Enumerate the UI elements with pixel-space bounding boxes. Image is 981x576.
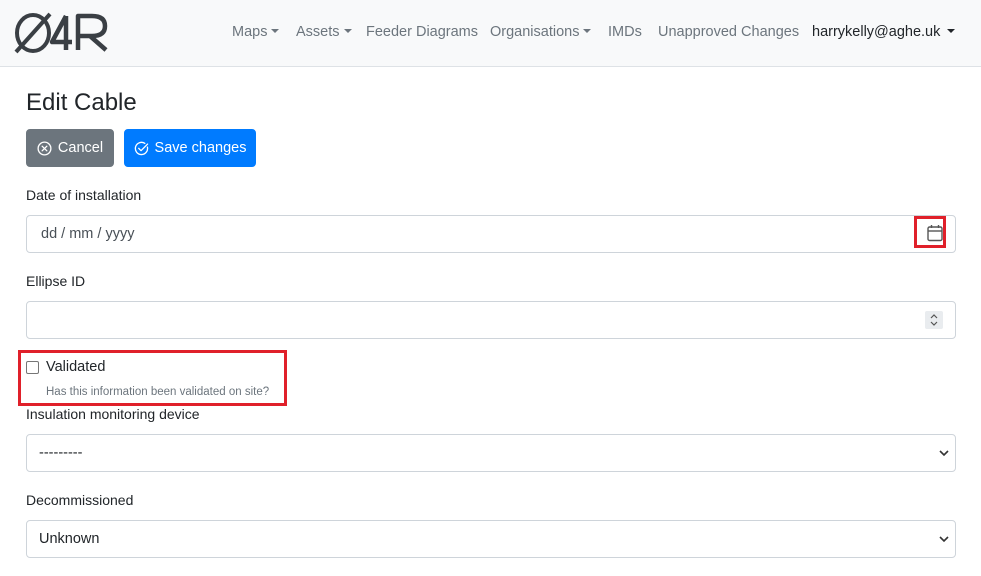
page-title: Edit Cable (26, 89, 137, 116)
nav-item-maps[interactable]: Maps (232, 24, 280, 40)
check-circle-icon (134, 141, 148, 155)
caret-down-icon (583, 29, 592, 33)
insulation-monitoring-device-label: Insulation monitoring device (26, 406, 200, 422)
calendar-highlight-box (914, 216, 946, 248)
validated-checkbox[interactable] (26, 360, 39, 374)
save-label: Save changes (154, 140, 247, 156)
caret-down-icon (947, 29, 956, 33)
circle-x-icon (37, 140, 52, 156)
date-placeholder: dd / mm / yyyy (41, 226, 135, 242)
date-of-installation-label: Date of installation (26, 187, 142, 203)
nav-item-label: Maps (232, 24, 268, 40)
cancel-label: Cancel (57, 140, 104, 156)
nav-item-unapproved-changes[interactable]: Unapproved Changes (658, 24, 799, 40)
validated-checkbox-group: Validated (26, 359, 105, 375)
ellipse-id-label: Ellipse ID (26, 273, 86, 289)
insulation-monitoring-device-select[interactable]: --------- (26, 434, 956, 472)
decommissioned-select[interactable]: Unknown (26, 520, 956, 558)
number-spinner[interactable] (925, 311, 943, 329)
decommissioned-label: Decommissioned (26, 492, 134, 508)
nav-item-label: Assets (296, 24, 340, 40)
decommissioned-selected-value: Unknown (39, 531, 100, 547)
ellipse-id-input[interactable] (26, 301, 956, 339)
user-menu[interactable]: harrykelly@aghe.uk (812, 24, 956, 40)
validated-label[interactable]: Validated (46, 359, 105, 375)
brand-logo[interactable] (14, 10, 110, 56)
nav-item-organisations[interactable]: Organisations (490, 24, 592, 40)
cancel-button[interactable]: Cancel (26, 129, 114, 167)
nav-item-label: Organisations (490, 24, 580, 40)
date-of-installation-input[interactable]: dd / mm / yyyy (26, 215, 956, 253)
spinner-arrows-icon (930, 314, 938, 326)
chevron-down-icon (939, 536, 949, 543)
nav-item-assets[interactable]: Assets (296, 24, 352, 40)
user-email: harrykelly@aghe.uk (812, 24, 941, 40)
save-changes-button[interactable]: Save changes (124, 129, 256, 167)
imd-selected-value: --------- (39, 445, 83, 461)
nav-item-feeder-diagrams[interactable]: Feeder Diagrams (366, 24, 478, 40)
caret-down-icon (343, 29, 352, 33)
navbar: Maps Assets Feeder Diagrams Organisation… (0, 0, 981, 67)
nav-item-imds[interactable]: IMDs (608, 24, 642, 40)
caret-down-icon (271, 29, 280, 33)
validated-help-text: Has this information been validated on s… (46, 386, 270, 398)
chevron-down-icon (939, 450, 949, 457)
